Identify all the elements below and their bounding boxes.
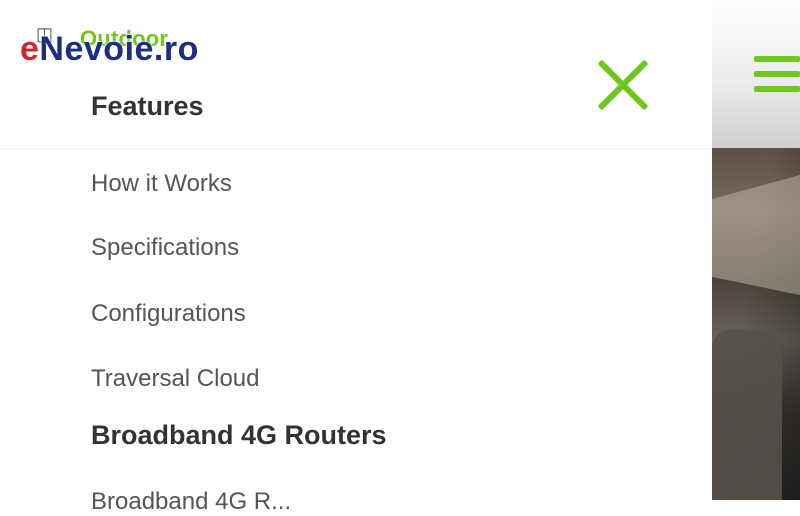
navigation-drawer: ◫ Outdoor eNevoie.ro Features How it Wor… xyxy=(0,0,712,515)
drawer-divider xyxy=(0,148,712,149)
section-title-features[interactable]: Features xyxy=(91,91,204,122)
background-header xyxy=(712,0,800,148)
menu-item-how-it-works[interactable]: How it Works xyxy=(91,170,232,198)
watermark-rest: Nevoie.ro xyxy=(39,30,199,68)
close-icon[interactable] xyxy=(596,58,650,112)
watermark-prefix: e xyxy=(20,30,40,68)
background-page xyxy=(712,0,800,500)
menu-item-cut-off[interactable]: Broadband 4G R... xyxy=(91,488,291,516)
menu-item-traversal-cloud[interactable]: Traversal Cloud xyxy=(91,365,260,393)
hamburger-menu-icon[interactable] xyxy=(754,56,800,94)
menu-item-specifications[interactable]: Specifications xyxy=(91,234,239,262)
background-photo-shadow xyxy=(712,330,782,500)
section-title-broadband-4g-routers[interactable]: Broadband 4G Routers xyxy=(91,420,387,451)
menu-item-configurations[interactable]: Configurations xyxy=(91,300,246,328)
enevoie-watermark: eNevoie.ro xyxy=(20,30,199,69)
